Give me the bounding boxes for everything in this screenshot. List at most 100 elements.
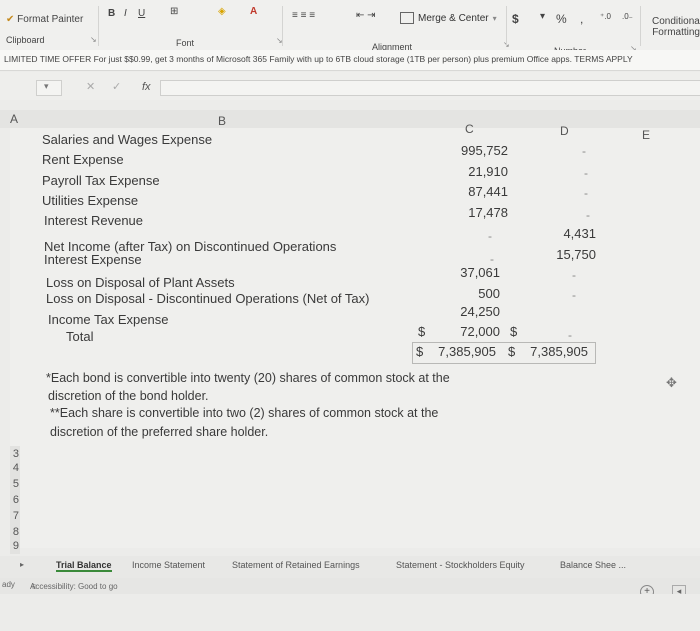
clipboard-group-label: Clipboard	[6, 35, 45, 45]
chevron-down-icon: ▾	[44, 81, 49, 91]
underline-button[interactable]: U	[138, 8, 145, 19]
cell-c: 21,910	[468, 164, 508, 179]
bottom-area	[0, 594, 700, 631]
cell-c: 500	[478, 286, 500, 301]
currency-dropdown-icon[interactable]: ▾	[540, 11, 545, 22]
cell-c: 995,752	[461, 143, 508, 158]
borders-icon[interactable]: ⊞	[170, 6, 178, 17]
column-header-row: A B	[0, 110, 700, 128]
column-header-a[interactable]: A	[10, 112, 18, 126]
conditional-formatting-button[interactable]: Conditional Formatting	[652, 16, 700, 38]
row-number[interactable]: 7	[13, 510, 19, 522]
promo-banner: LIMITED TIME OFFER For just $$0.99, get …	[0, 50, 700, 71]
cell-d-dash: -	[572, 268, 576, 282]
tab-income-statement[interactable]: Income Statement	[132, 560, 205, 570]
note-line: discretion of the bond holder.	[48, 389, 209, 403]
increase-decimal-icon[interactable]: ⁺.0	[600, 12, 611, 21]
clipboard-launcher-icon[interactable]: ↘	[90, 35, 97, 44]
row-number[interactable]: 6	[13, 494, 19, 506]
formula-input[interactable]	[160, 80, 700, 96]
cell-c: 87,441	[468, 184, 508, 199]
cell-c-dash: -	[490, 252, 494, 266]
row-label: Salaries and Wages Expense	[42, 132, 213, 147]
row-header-column: 3 4 5 6 7 8 9	[10, 446, 20, 554]
cell-c-dash: -	[488, 229, 492, 243]
formula-bar: ▾ ✕ ✓ fx	[0, 72, 700, 100]
column-header-c[interactable]: C	[465, 122, 474, 136]
cell-d-currency: $	[510, 324, 518, 339]
column-header-d[interactable]: D	[560, 124, 569, 138]
align-icons[interactable]: ≡ ≡ ≡	[292, 10, 315, 21]
tab-stockholders-equity[interactable]: Statement - Stockholders Equity	[396, 560, 525, 570]
comma-button[interactable]: ,	[580, 12, 583, 26]
sheet-tab-bar: ▸ Trial Balance Income Statement Stateme…	[0, 556, 700, 578]
cell-d-dash: -	[584, 186, 588, 200]
total-d-currency: $	[508, 344, 516, 359]
currency-button[interactable]: $	[512, 12, 519, 26]
merge-center-button[interactable]: Merge & Center ▾	[400, 12, 497, 24]
cell-c: 37,061	[460, 265, 500, 280]
row-number[interactable]: 9	[13, 540, 19, 552]
divider	[282, 6, 283, 46]
total-d: 7,385,905	[530, 344, 588, 359]
row-label: Income Tax Expense	[48, 312, 169, 327]
row-label: Interest Revenue	[44, 213, 144, 228]
format-painter-button[interactable]: ✔ Format Painter	[6, 14, 83, 25]
row-label: Loss on Disposal - Discontinued Operatio…	[46, 291, 370, 306]
cancel-icon[interactable]: ✕	[86, 80, 95, 93]
chevron-down-icon: ▾	[492, 13, 497, 23]
status-bar: ady ☺ Accessibility: Good to go	[0, 578, 700, 594]
total-c-currency: $	[416, 344, 424, 359]
cell-d-dash: -	[568, 328, 572, 342]
column-header-e[interactable]: E	[642, 128, 650, 142]
tab-retained-earnings[interactable]: Statement of Retained Earnings	[232, 560, 360, 570]
cell-d-dash: -	[586, 208, 590, 222]
cell-d-dash: -	[584, 166, 588, 180]
row-number[interactable]: 3	[13, 448, 19, 460]
function-icon[interactable]: fx	[142, 81, 151, 93]
cell-c: 24,250	[460, 304, 500, 319]
total-label: Total	[66, 329, 94, 344]
tab-scroll-icon[interactable]: ▸	[20, 560, 24, 569]
note-line: *Each bond is convertible into twenty (2…	[46, 371, 450, 385]
row-number[interactable]: 5	[13, 478, 19, 490]
row-label: Loss on Disposal of Plant Assets	[46, 275, 235, 290]
tab-balance-sheet[interactable]: Balance Shee ...	[560, 560, 626, 570]
cell-cursor-icon: ✥	[666, 375, 677, 390]
row-number[interactable]: 8	[13, 526, 19, 538]
decrease-decimal-icon[interactable]: .0₋	[622, 12, 633, 21]
column-header-b[interactable]: B	[218, 114, 226, 128]
total-c: 7,385,905	[438, 344, 496, 359]
name-box[interactable]: ▾	[36, 80, 62, 96]
sheet-grid: C D E Salaries and Wages Expense 995,752…	[10, 122, 700, 554]
enter-icon[interactable]: ✓	[112, 80, 121, 93]
row-label: Payroll Tax Expense	[42, 173, 160, 188]
italic-button[interactable]: I	[124, 8, 127, 19]
row-number[interactable]: 4	[13, 462, 19, 474]
divider	[640, 6, 641, 46]
bold-button[interactable]: B	[108, 8, 115, 19]
cell-c: 17,478	[468, 205, 508, 220]
tab-trial-balance[interactable]: Trial Balance	[56, 560, 112, 572]
note-line: **Each share is convertible into two (2)…	[50, 406, 439, 420]
paintbrush-icon: ✔	[6, 14, 15, 25]
divider	[506, 6, 507, 46]
percent-button[interactable]: %	[556, 12, 567, 26]
font-color-icon[interactable]: A	[250, 6, 257, 17]
row-label: Interest Expense	[44, 252, 142, 267]
row-label: Rent Expense	[42, 152, 124, 167]
status-ready: ady	[2, 580, 15, 589]
cell-c: 72,000	[460, 324, 500, 339]
indent-icons[interactable]: ⇤ ⇥	[356, 10, 376, 21]
cell-d-dash: -	[572, 288, 576, 302]
cell-d-dash: -	[582, 144, 586, 158]
cell-c-currency: $	[418, 324, 426, 339]
divider	[98, 6, 99, 46]
fill-color-icon[interactable]: ◈	[218, 6, 226, 17]
font-group-label: Font	[176, 38, 195, 48]
promo-text: LIMITED TIME OFFER For just $$0.99, get …	[4, 54, 633, 64]
cell-d: 4,431	[563, 226, 596, 241]
cell-d: 15,750	[556, 247, 596, 262]
merge-icon	[400, 12, 414, 24]
row-label: Utilities Expense	[42, 193, 139, 208]
